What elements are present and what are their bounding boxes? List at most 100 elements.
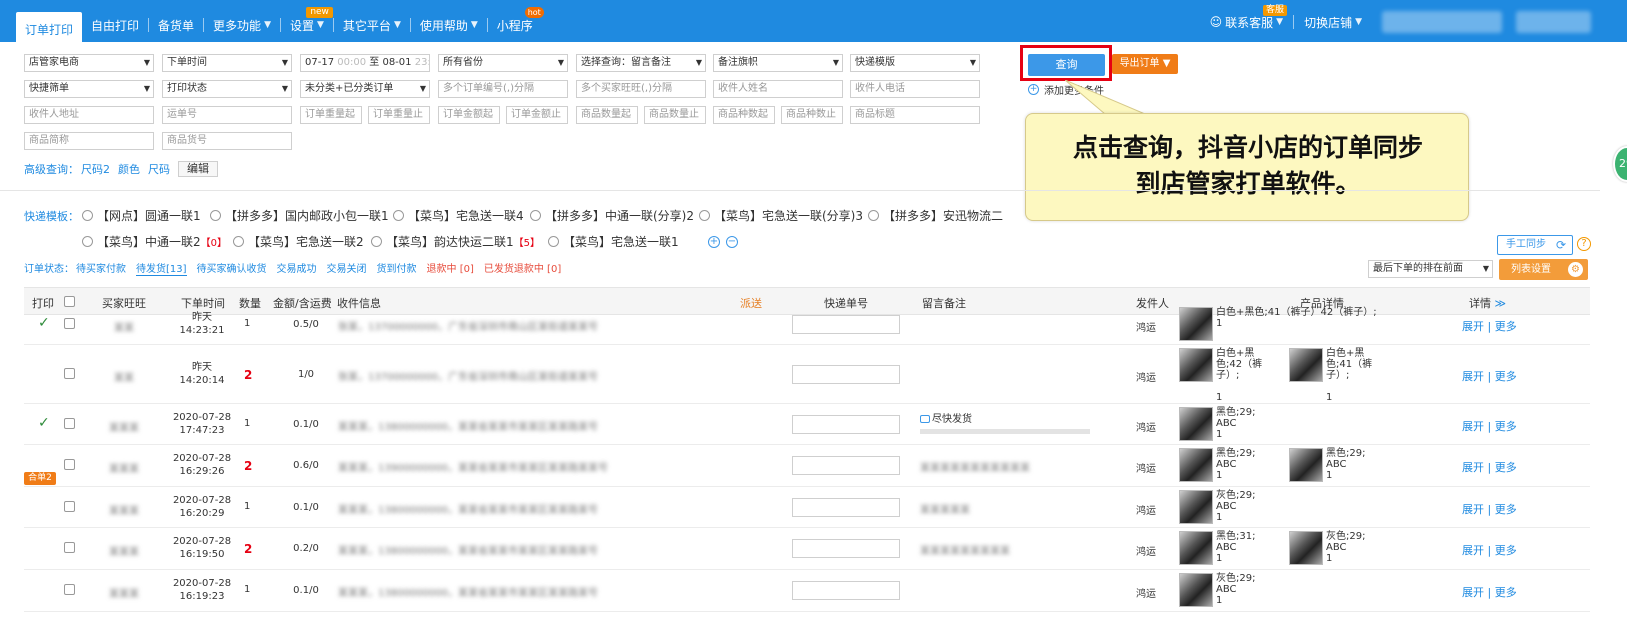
status-tab[interactable]: 待买家确认收货 xyxy=(197,260,267,276)
expand-link[interactable]: 展开 xyxy=(1462,461,1484,474)
row-checkbox[interactable] xyxy=(64,542,75,556)
quick-filter-select[interactable]: 快捷筛单 xyxy=(24,80,154,98)
nav-other-platforms[interactable]: 其它平台 ▼ xyxy=(334,12,410,38)
expand-link[interactable]: 展开 xyxy=(1462,320,1484,333)
minus-circle-icon[interactable]: − xyxy=(726,236,738,248)
more-link[interactable]: 更多 xyxy=(1495,461,1517,474)
query-type-select[interactable]: 选择查询：留言备注 xyxy=(576,54,706,72)
table-row[interactable]: 某某某 2020-07-28 16:19:23 1 0.1/0 某某某，138000000… xyxy=(24,570,1590,612)
remark-flag-select[interactable]: 备注旗帜 xyxy=(713,54,843,72)
amount-from-input[interactable]: 订单金额起 xyxy=(438,106,500,124)
more-link[interactable]: 更多 xyxy=(1495,503,1517,516)
status-tab-refund[interactable]: 退款中 [0] xyxy=(427,260,474,276)
template-option[interactable]: 【菜鸟】宅急送一联1 xyxy=(548,233,679,250)
template-option[interactable]: 【菜鸟】宅急送一联(分享)3 xyxy=(699,207,863,224)
logout-area[interactable] xyxy=(1516,11,1591,33)
template-option[interactable]: 【菜鸟】中通一联2 【0】 xyxy=(82,233,227,250)
manual-sync-button[interactable]: 手工同步 ⟳ xyxy=(1497,235,1573,255)
province-select[interactable]: 所有省份 xyxy=(438,54,568,72)
sku-code-input[interactable]: 商品货号 xyxy=(162,132,292,150)
product-item[interactable]: 白色+黑 色;42（裤 子）; 1 xyxy=(1179,348,1262,403)
waybill-input[interactable] xyxy=(792,364,900,384)
expand-link[interactable]: 展开 xyxy=(1462,586,1484,599)
status-tab[interactable]: 交易关闭 xyxy=(327,260,367,276)
status-tab[interactable]: 待买家付款 xyxy=(76,260,126,276)
expand-link[interactable]: 展开 xyxy=(1462,503,1484,516)
sort-select[interactable]: 最后下单的排在前面 xyxy=(1368,260,1493,278)
amount-to-input[interactable]: 订单金额止 xyxy=(506,106,568,124)
nav-mini-program[interactable]: 小程序 hot xyxy=(488,7,544,38)
weight-from-input[interactable]: 订单重量起 xyxy=(300,106,362,124)
more-link[interactable]: 更多 xyxy=(1495,320,1517,333)
help-icon[interactable]: ? xyxy=(1577,237,1591,251)
nav-free-print[interactable]: 自由打印 xyxy=(82,12,148,38)
nav-help[interactable]: 使用帮助 ▼ xyxy=(411,12,487,38)
nav-order-print[interactable]: 订单打印 xyxy=(16,12,83,46)
nav-more-functions[interactable]: 更多功能 ▼ xyxy=(204,12,280,38)
short-name-input[interactable]: 商品简称 xyxy=(24,132,154,150)
product-item[interactable]: 白色+黑色;41（裤子）42（裤子）; 1 xyxy=(1179,307,1377,341)
waybill-input[interactable] xyxy=(792,456,900,475)
column-settings-button[interactable]: 列表设置 ⚙ xyxy=(1499,259,1588,280)
buyer-input[interactable]: 多个买家旺旺(,)分隔 xyxy=(576,80,706,98)
time-type-select[interactable]: 下单时间 xyxy=(162,54,292,72)
merge-order-badge[interactable]: 合单2 xyxy=(24,472,56,485)
product-title-input[interactable]: 商品标题 xyxy=(850,106,980,124)
table-row[interactable]: ✓ 某某某 2020-07-28 17:47:23 1 0.1/0 某某某，13800000… xyxy=(24,404,1590,445)
account-info[interactable] xyxy=(1382,11,1502,33)
receiver-name-input[interactable]: 收件人姓名 xyxy=(713,80,843,98)
kinds-from-input[interactable]: 商品种数起 xyxy=(713,106,775,124)
row-checkbox[interactable] xyxy=(64,459,75,473)
expand-link[interactable]: 展开 xyxy=(1462,370,1484,383)
export-orders-button[interactable]: 导出订单 ▼ xyxy=(1112,54,1178,74)
more-link[interactable]: 更多 xyxy=(1495,370,1517,383)
template-option[interactable]: 【菜鸟】韵达快运二联1 【5】 xyxy=(371,233,540,250)
advanced-tag[interactable]: 尺码2 xyxy=(81,161,110,177)
table-row[interactable]: 合单2 某某某 2020-07-28 16:29:26 2 0.6/0 某某某，139000… xyxy=(24,445,1590,487)
template-option[interactable]: 【网点】圆通一联1 xyxy=(82,207,201,224)
waybill-input[interactable] xyxy=(792,314,900,334)
floating-chat-badge[interactable]: 29 xyxy=(1613,146,1627,182)
product-item[interactable]: 灰色;29; ABC 1 xyxy=(1179,573,1255,607)
row-checkbox[interactable] xyxy=(64,367,75,382)
expand-link[interactable]: 展开 xyxy=(1462,544,1484,557)
express-template-select[interactable]: 快递模版 xyxy=(850,54,980,72)
status-tab[interactable]: 交易成功 xyxy=(277,260,317,276)
nav-stock-list[interactable]: 备货单 xyxy=(149,12,203,38)
print-status-select[interactable]: 打印状态 xyxy=(162,80,292,98)
contact-service[interactable]: ☺ 联系客服 ▼ 客服 xyxy=(1200,4,1293,31)
advanced-tag[interactable]: 颜色 xyxy=(118,161,140,177)
product-item[interactable]: 黑色;31; ABC 1 xyxy=(1179,531,1255,565)
waybill-input[interactable] xyxy=(792,414,900,434)
status-tab[interactable]: 货到付款 xyxy=(377,260,417,276)
order-no-input[interactable]: 多个订单编号(,)分隔 xyxy=(438,80,568,98)
waybill-input[interactable] xyxy=(792,497,900,517)
nav-settings[interactable]: 设置 ▼ new xyxy=(281,7,333,38)
address-input[interactable]: 收件人地址 xyxy=(24,106,154,124)
row-checkbox[interactable] xyxy=(64,317,75,332)
more-link[interactable]: 更多 xyxy=(1495,586,1517,599)
waybill-input[interactable] xyxy=(792,581,900,600)
template-option[interactable]: 【拼多多】中通一联(分享)2 xyxy=(530,207,694,224)
status-tab-current[interactable]: 待发货[13] xyxy=(136,260,187,276)
switch-store[interactable]: 切换店铺 ▼ xyxy=(1294,14,1372,31)
row-checkbox[interactable] xyxy=(64,417,75,432)
template-option[interactable]: 【拼多多】国内邮政小包一联1 xyxy=(210,207,389,224)
expand-link[interactable]: 展开 xyxy=(1462,420,1484,433)
product-item[interactable]: 灰色;29; ABC 1 xyxy=(1289,531,1365,565)
waybill-input[interactable] xyxy=(792,539,900,558)
table-row[interactable]: 某某某 2020-07-28 16:20:29 1 0.1/0 某某某，138000000… xyxy=(24,487,1590,528)
advanced-edit-button[interactable]: 编辑 xyxy=(178,161,218,177)
waybill-input[interactable]: 运单号 xyxy=(162,106,292,124)
more-link[interactable]: 更多 xyxy=(1495,544,1517,557)
row-checkbox[interactable] xyxy=(64,500,75,515)
row-checkbox[interactable] xyxy=(64,584,75,598)
table-row[interactable]: 某某 昨天 14:20:14 2 1/0 张某，13700000000，广东省深圳市南山区… xyxy=(24,345,1590,404)
more-link[interactable]: 更多 xyxy=(1495,420,1517,433)
product-item[interactable]: 白色+黑 色;41（裤 子）; 1 xyxy=(1289,348,1372,403)
product-item[interactable]: 黑色;29; ABC 1 xyxy=(1179,407,1255,441)
template-option[interactable]: 【菜鸟】宅急送一联4 xyxy=(393,207,524,224)
template-option[interactable]: 【拼多多】安迅物流二 xyxy=(868,207,1003,224)
receiver-phone-input[interactable]: 收件人电话 xyxy=(850,80,980,98)
product-item[interactable]: 灰色;29; ABC 1 xyxy=(1179,490,1255,524)
